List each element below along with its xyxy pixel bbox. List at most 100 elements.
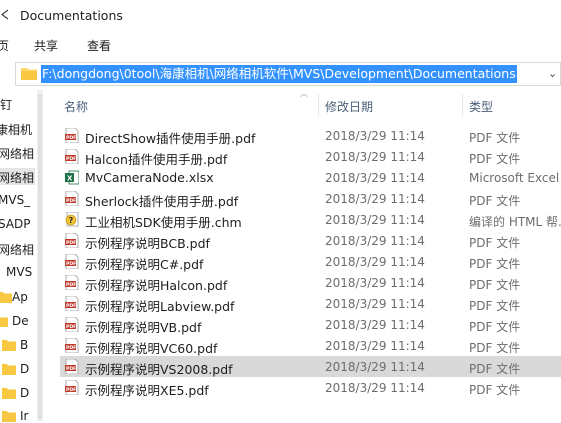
file-name[interactable]: Sherlock插件使用手册.pdf <box>85 191 238 210</box>
file-row[interactable]: PDF 示例程序说明C#.pdf 2018/3/29 11:14 PDF 文件 <box>60 251 561 272</box>
file-type: PDF 文件 <box>469 278 521 292</box>
file-name[interactable]: 工业相机SDK使用手册.chm <box>85 212 242 231</box>
file-name[interactable]: 示例程序说明XE5.pdf <box>85 380 209 399</box>
pdf-icon: PDF <box>65 317 79 332</box>
nav-item-5[interactable]: SADP <box>0 217 31 231</box>
pdf-icon: PDF <box>65 359 79 374</box>
sort-up-icon: ︿ <box>300 89 308 98</box>
file-date: 2018/3/29 11:14 <box>325 129 425 143</box>
folder-icon <box>2 411 16 422</box>
file-type: PDF 文件 <box>469 341 521 355</box>
tab-home[interactable]: 页 <box>0 37 9 54</box>
nav-item-3[interactable]: 网络相 <box>0 169 34 186</box>
file-row[interactable]: PDF DirectShow插件使用手册.pdf 2018/3/29 11:14 PD… <box>60 125 561 146</box>
nav-item-4[interactable]: MVS_ <box>0 193 30 207</box>
chm-help-icon: ? <box>65 212 79 227</box>
pdf-icon: PDF <box>65 254 79 269</box>
file-type: PDF 文件 <box>469 362 521 376</box>
file-date: 2018/3/29 11:14 <box>325 381 425 395</box>
tab-share[interactable]: 共享 <box>34 37 58 54</box>
svg-text:PDF: PDF <box>66 366 76 372</box>
file-date: 2018/3/29 11:14 <box>325 297 425 311</box>
pdf-icon: PDF <box>65 275 79 290</box>
file-row[interactable]: PDF 示例程序说明VB.pdf 2018/3/29 11:14 PDF 文件 <box>60 314 561 335</box>
nav-item-pin[interactable]: 钉 <box>0 96 12 113</box>
file-date: 2018/3/29 11:14 <box>325 276 425 290</box>
file-row[interactable]: PDF 示例程序说明BCB.pdf 2018/3/29 11:14 PDF 文件 <box>60 230 561 251</box>
column-header-date[interactable]: 修改日期 <box>325 98 373 115</box>
file-row[interactable]: ? 工业相机SDK使用手册.chm 2018/3/29 11:14 编译的 HTML … <box>60 209 561 230</box>
svg-text:PDF: PDF <box>66 345 76 351</box>
file-name[interactable]: 示例程序说明VS2008.pdf <box>85 359 233 378</box>
svg-text:PDF: PDF <box>66 261 76 267</box>
file-name[interactable]: Halcon插件使用手册.pdf <box>85 149 227 168</box>
file-row[interactable]: PDF 示例程序说明VC60.pdf 2018/3/29 11:14 PDF 文件 <box>60 335 561 356</box>
nav-item-7[interactable]: MVS <box>6 265 32 279</box>
pdf-icon: PDF <box>65 191 79 206</box>
svg-text:PDF: PDF <box>66 387 76 393</box>
file-name[interactable]: 示例程序说明VC60.pdf <box>85 338 217 357</box>
file-date: 2018/3/29 11:14 <box>325 171 425 185</box>
file-date: 2018/3/29 11:14 <box>325 339 425 353</box>
file-type: PDF 文件 <box>469 152 521 166</box>
window-title: Documentations <box>20 8 123 23</box>
file-type: 编译的 HTML 帮... <box>469 215 561 229</box>
nav-item-11[interactable]: D <box>20 362 29 376</box>
pdf-icon: PDF <box>65 128 79 143</box>
file-name[interactable]: 示例程序说明Labview.pdf <box>85 296 234 315</box>
excel-icon: X <box>65 170 79 185</box>
svg-text:PDF: PDF <box>66 303 76 309</box>
folder-icon <box>21 68 37 80</box>
file-name[interactable]: 示例程序说明VB.pdf <box>85 317 201 336</box>
file-row[interactable]: X MvCameraNode.xlsx 2018/3/29 11:14 Microso… <box>60 167 561 188</box>
nav-item-2[interactable]: 网络相 <box>0 145 34 162</box>
folder-icon <box>0 317 8 327</box>
file-row[interactable]: PDF 示例程序说明VS2008.pdf 2018/3/29 11:14 PDF 文件 <box>60 356 561 377</box>
file-date: 2018/3/29 11:14 <box>325 318 425 332</box>
file-type: Microsoft Excel <box>469 171 560 185</box>
file-date: 2018/3/29 11:14 <box>325 213 425 227</box>
pdf-icon: PDF <box>65 338 79 353</box>
nav-item-9[interactable]: De <box>12 314 29 328</box>
pdf-icon: PDF <box>65 380 79 395</box>
nav-scrollbar-thumb[interactable] <box>38 94 42 419</box>
nav-item-6[interactable]: 网络相 <box>0 241 34 258</box>
file-name[interactable]: MvCameraNode.xlsx <box>85 170 214 185</box>
file-date: 2018/3/29 11:14 <box>325 150 425 164</box>
svg-text:PDF: PDF <box>66 282 76 288</box>
folder-back-icon[interactable] <box>0 9 9 20</box>
file-type: PDF 文件 <box>469 236 521 250</box>
file-date: 2018/3/29 11:14 <box>325 255 425 269</box>
file-name[interactable]: 示例程序说明BCB.pdf <box>85 233 210 252</box>
svg-text:PDF: PDF <box>66 135 76 141</box>
nav-item-1[interactable]: 康相机 <box>0 121 32 138</box>
file-name[interactable]: DirectShow插件使用手册.pdf <box>85 128 255 147</box>
file-type: PDF 文件 <box>469 257 521 271</box>
svg-text:?: ? <box>69 216 74 225</box>
svg-text:PDF: PDF <box>66 240 76 246</box>
file-name[interactable]: 示例程序说明C#.pdf <box>85 254 203 273</box>
chevron-down-icon[interactable]: ⌄ <box>548 67 557 80</box>
file-type: PDF 文件 <box>469 194 521 208</box>
address-path[interactable]: F:\dongdong\0tool\海康相机\网络相机软件\MVS\Develo… <box>41 65 517 83</box>
column-divider[interactable] <box>462 94 463 116</box>
folder-icon <box>2 340 16 351</box>
file-name[interactable]: 示例程序说明Halcon.pdf <box>85 275 227 294</box>
column-divider[interactable] <box>318 94 319 116</box>
nav-item-12[interactable]: D <box>20 386 29 400</box>
file-row[interactable]: PDF Halcon插件使用手册.pdf 2018/3/29 11:14 PDF 文件 <box>60 146 561 167</box>
file-type: PDF 文件 <box>469 383 521 397</box>
tab-view[interactable]: 查看 <box>87 37 111 54</box>
nav-item-10[interactable]: B <box>20 338 28 352</box>
pdf-icon: PDF <box>65 149 79 164</box>
file-row[interactable]: PDF Sherlock插件使用手册.pdf 2018/3/29 11:14 PDF … <box>60 188 561 209</box>
file-date: 2018/3/29 11:14 <box>325 192 425 206</box>
column-header-type[interactable]: 类型 <box>469 98 493 115</box>
svg-text:PDF: PDF <box>66 198 76 204</box>
file-row[interactable]: PDF 示例程序说明Halcon.pdf 2018/3/29 11:14 PDF 文件 <box>60 272 561 293</box>
nav-item-8[interactable]: Ap <box>12 290 28 304</box>
column-header-name[interactable]: 名称 <box>64 98 88 115</box>
svg-text:PDF: PDF <box>66 324 76 330</box>
file-row[interactable]: PDF 示例程序说明Labview.pdf 2018/3/29 11:14 PDF 文… <box>60 293 561 314</box>
file-row[interactable]: PDF 示例程序说明XE5.pdf 2018/3/29 11:14 PDF 文件 <box>60 377 561 398</box>
